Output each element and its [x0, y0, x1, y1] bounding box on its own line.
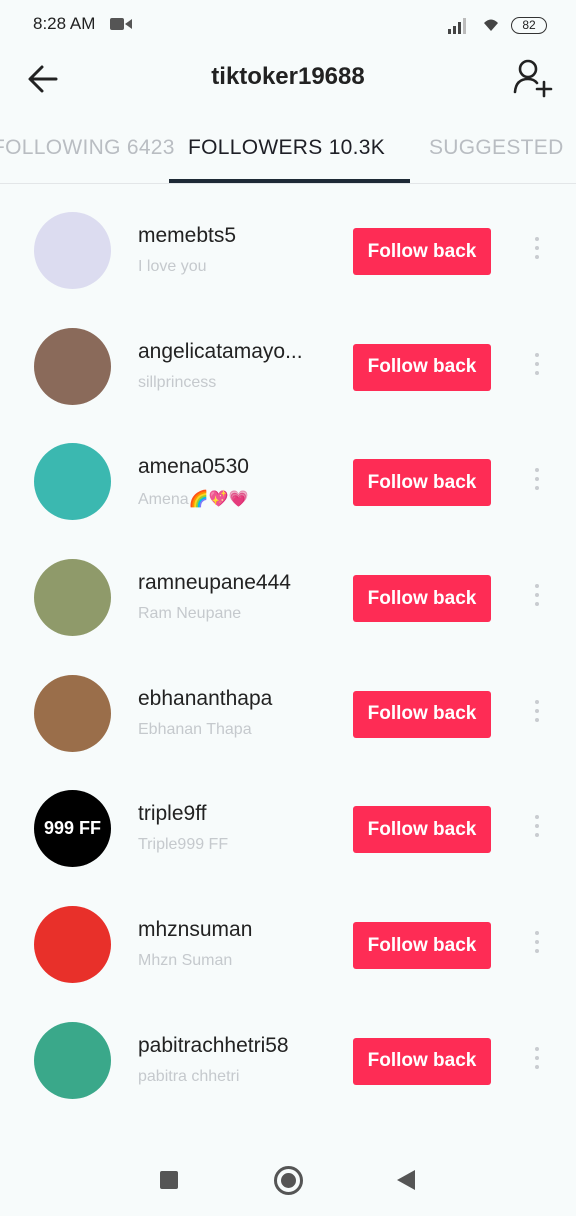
status-time: 8:28 AM: [33, 14, 96, 33]
username[interactable]: mhznsuman: [138, 918, 252, 942]
more-options-icon[interactable]: [531, 1046, 543, 1077]
list-item[interactable]: angelicatamayo... sillprincess Follow ba…: [0, 308, 576, 424]
more-options-icon[interactable]: [531, 352, 543, 383]
username[interactable]: ramneupane444: [138, 571, 291, 595]
avatar[interactable]: 999 FF: [34, 790, 111, 868]
more-options-icon[interactable]: [531, 931, 543, 961]
list-item[interactable]: amena0530 Amena🌈💖💗 Follow back: [0, 423, 576, 539]
list-item[interactable]: ebhananthapa Ebhanan Thapa Follow back: [0, 655, 576, 771]
signal-icon: [448, 18, 466, 34]
more-options-icon[interactable]: [531, 584, 543, 614]
add-user-icon[interactable]: [512, 58, 554, 98]
avatar[interactable]: [34, 1021, 111, 1099]
follow-back-button[interactable]: Follow back: [353, 575, 491, 623]
avatar[interactable]: [34, 906, 111, 984]
avatar[interactable]: [34, 327, 111, 405]
username[interactable]: pabitrachhetri58: [138, 1034, 289, 1058]
nickname: I love you: [138, 258, 207, 275]
follow-back-button[interactable]: Follow back: [353, 228, 491, 275]
tab-suggested[interactable]: SUGGESTED: [429, 136, 564, 160]
username[interactable]: amena0530: [138, 455, 249, 479]
list-item[interactable]: ramneupane444 Ram Neupane Follow back: [0, 539, 576, 655]
more-options-icon[interactable]: [531, 699, 543, 730]
system-nav-bar: [0, 1140, 576, 1216]
nickname: Mhzn Suman: [138, 952, 233, 970]
tab-followers[interactable]: FOLLOWERS 10.3K: [188, 136, 385, 160]
avatar[interactable]: [34, 212, 111, 289]
follow-back-button[interactable]: Follow back: [353, 806, 491, 854]
username[interactable]: ebhananthapa: [138, 687, 272, 711]
avatar[interactable]: [34, 559, 111, 637]
avatar[interactable]: [34, 443, 111, 521]
more-options-icon[interactable]: [531, 815, 543, 845]
username[interactable]: angelicatamayo...: [138, 340, 303, 364]
header: tiktoker19688: [0, 50, 576, 110]
follow-back-button[interactable]: Follow back: [353, 690, 491, 738]
home-icon[interactable]: [274, 1166, 303, 1195]
more-options-icon[interactable]: [531, 468, 543, 498]
more-options-icon[interactable]: [531, 237, 543, 267]
nickname: Ram Neupane: [138, 605, 242, 623]
list-item[interactable]: pabitrachhetri58 pabitra chhetri Follow …: [0, 1002, 576, 1118]
list-item[interactable]: mhznsuman Mhzn Suman Follow back: [0, 886, 576, 1002]
nickname: Ebhanan Thapa: [138, 720, 252, 738]
battery-icon: 82: [511, 17, 547, 34]
back-icon[interactable]: [397, 1170, 415, 1190]
recent-apps-icon[interactable]: [160, 1171, 178, 1189]
follow-back-button[interactable]: Follow back: [353, 459, 491, 507]
page-title: tiktoker19688: [211, 63, 365, 90]
active-tab-indicator: [169, 179, 410, 183]
username[interactable]: triple9ff: [138, 802, 207, 826]
follow-back-button[interactable]: Follow back: [353, 343, 491, 391]
nickname: Amena🌈💖💗: [138, 491, 249, 509]
tab-bar: FOLLOWING 6423 FOLLOWERS 10.3K SUGGESTED: [0, 118, 576, 184]
list-item[interactable]: memebts5 I love you Follow back: [0, 192, 576, 308]
tab-following[interactable]: FOLLOWING 6423: [0, 136, 175, 160]
list-item[interactable]: 999 FF triple9ff Triple999 FF Follow bac…: [0, 770, 576, 886]
video-camera-icon: [110, 18, 132, 30]
status-bar: 8:28 AM 82: [0, 0, 576, 50]
follow-back-button[interactable]: Follow back: [353, 922, 491, 970]
follow-back-button[interactable]: Follow back: [353, 1037, 491, 1085]
followers-list: memebts5 I love you Follow back angelica…: [0, 192, 576, 1118]
nickname: sillprincess: [138, 373, 217, 391]
wifi-icon: [484, 19, 498, 31]
nickname: pabitra chhetri: [138, 1067, 240, 1085]
username[interactable]: memebts5: [138, 224, 236, 248]
nickname: Triple999 FF: [138, 836, 229, 854]
avatar[interactable]: [34, 674, 111, 752]
